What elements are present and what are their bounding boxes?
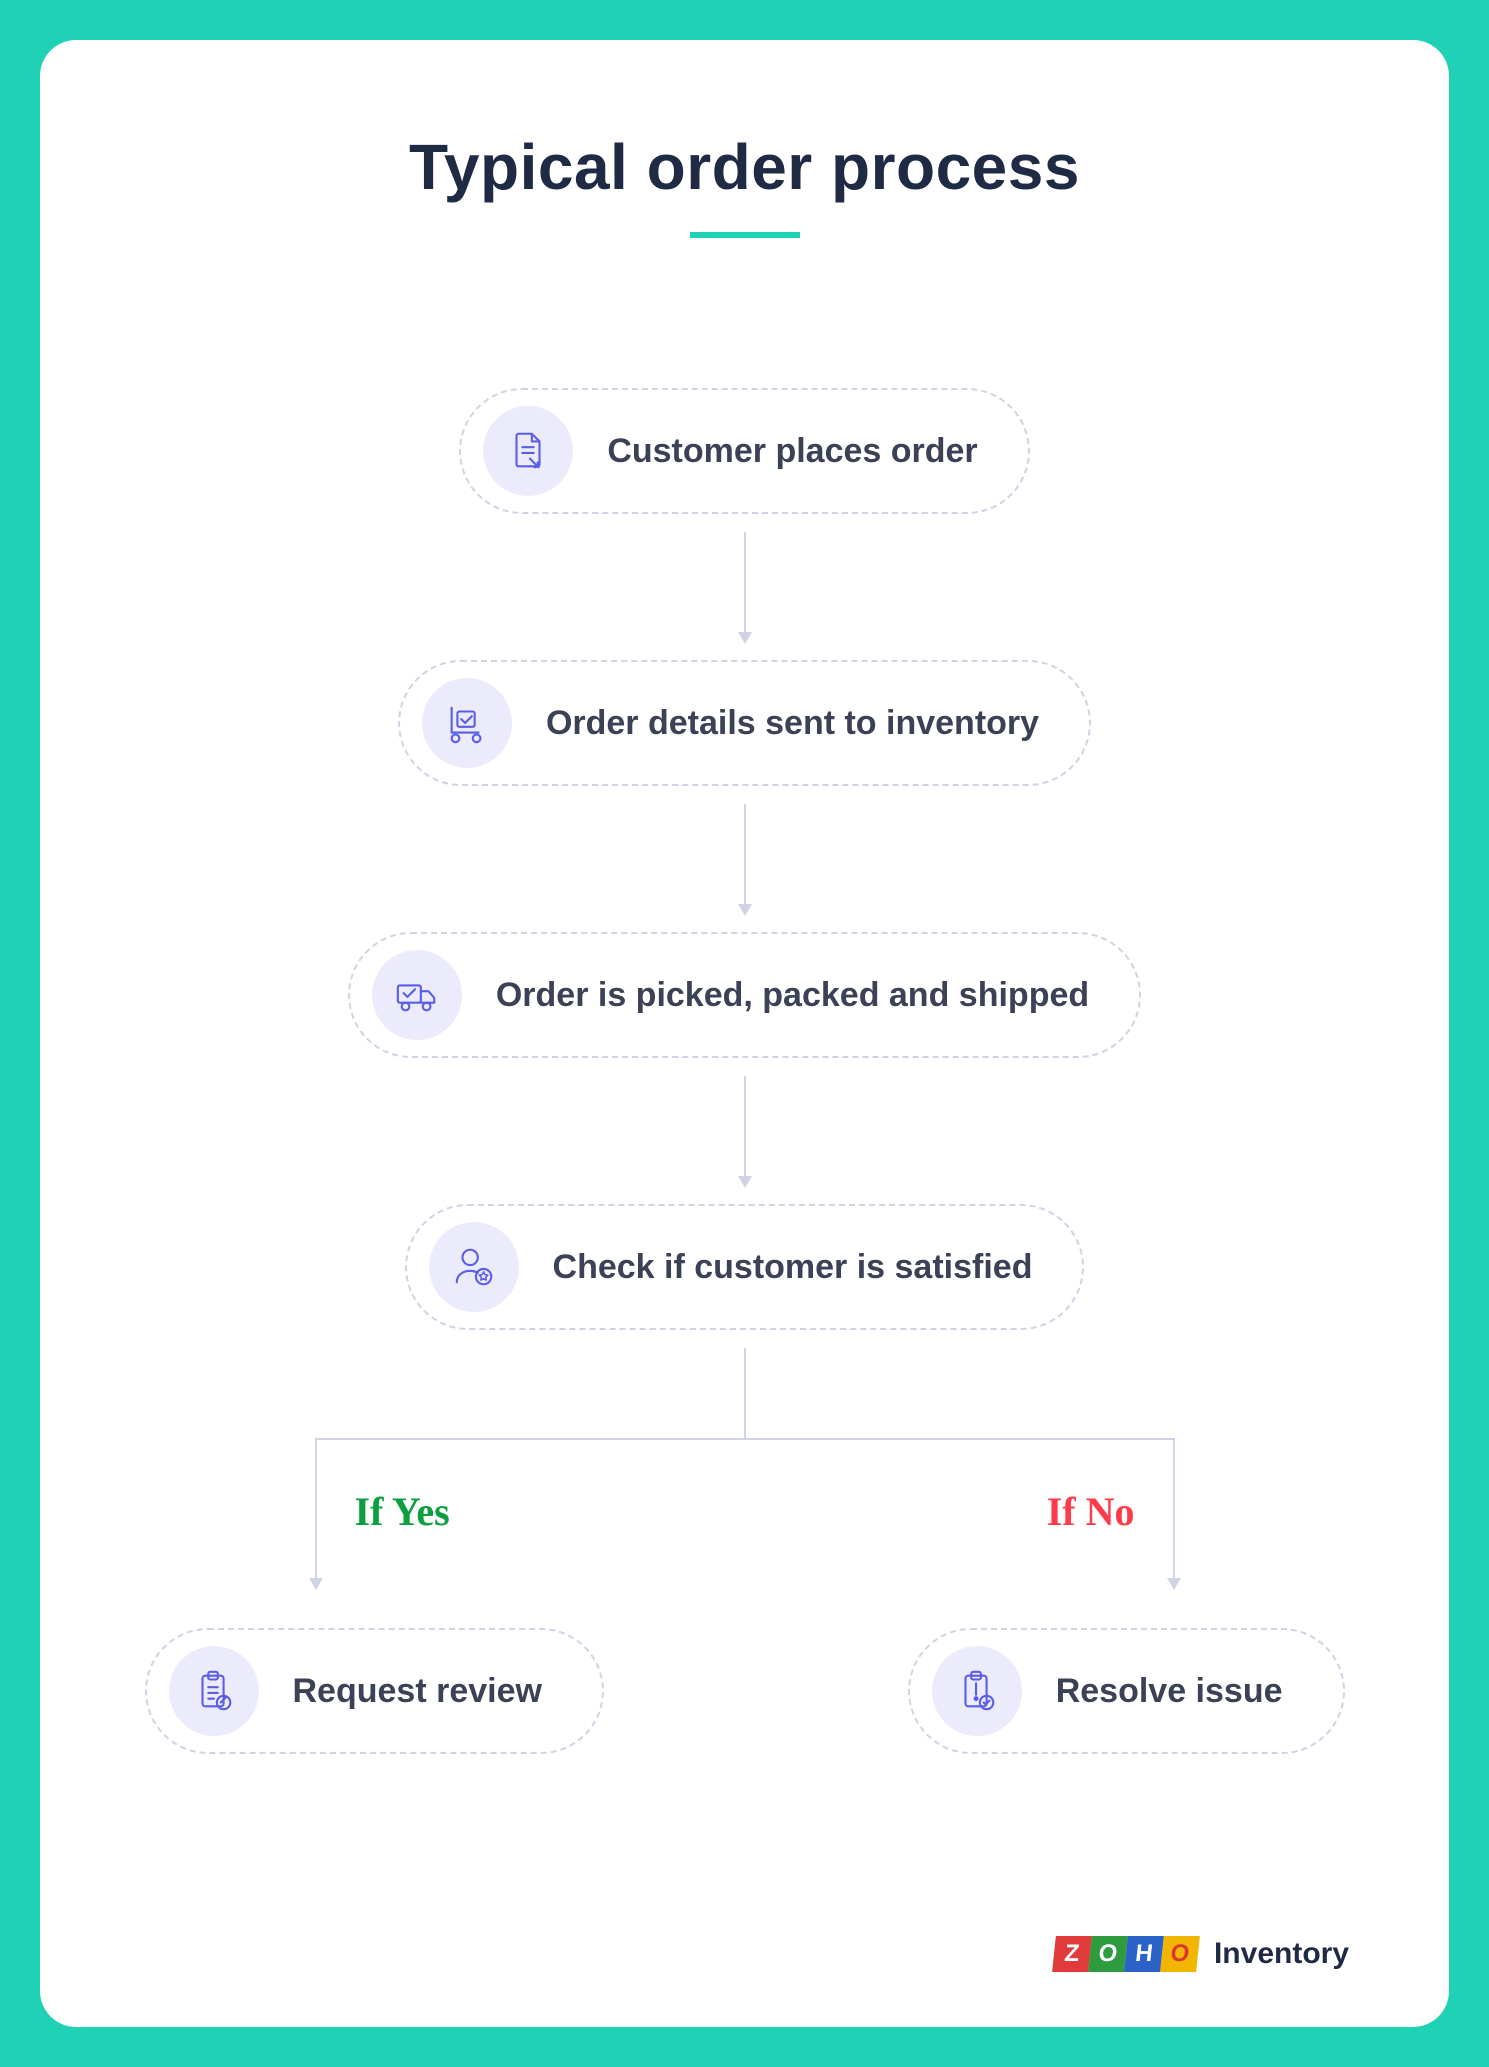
title-underline bbox=[690, 232, 800, 238]
connector-arrow bbox=[744, 804, 746, 914]
step-check-satisfaction: Check if customer is satisfied bbox=[405, 1204, 1085, 1330]
step-place-order: Customer places order bbox=[459, 388, 1029, 514]
diagram-title: Typical order process bbox=[130, 130, 1359, 204]
truck-check-icon bbox=[372, 950, 462, 1040]
branch-no-label: If No bbox=[1047, 1488, 1135, 1535]
outcome-resolve-issue: Resolve issue bbox=[908, 1628, 1345, 1754]
step-send-inventory: Order details sent to inventory bbox=[398, 660, 1091, 786]
flow-container: Customer places order Order details sent… bbox=[130, 388, 1359, 1754]
document-click-icon bbox=[483, 406, 573, 496]
step-label: Order is picked, packed and shipped bbox=[496, 976, 1089, 1015]
connector-arrow bbox=[744, 1076, 746, 1186]
outcomes-row: Request review Resolve issue bbox=[145, 1628, 1345, 1754]
step-pick-pack-ship: Order is picked, packed and shipped bbox=[348, 932, 1141, 1058]
zoho-logo-icon: Z O H O bbox=[1054, 1936, 1198, 1972]
brand-logo: Z O H O Inventory bbox=[1054, 1936, 1349, 1972]
connector-arrow bbox=[744, 532, 746, 642]
branch-yes-label: If Yes bbox=[355, 1488, 450, 1535]
step-label: Customer places order bbox=[607, 432, 977, 471]
user-star-icon bbox=[429, 1222, 519, 1312]
brand-product-label: Inventory bbox=[1214, 1937, 1349, 1971]
step-label: Check if customer is satisfied bbox=[553, 1248, 1033, 1287]
trolley-icon bbox=[422, 678, 512, 768]
outcome-label: Request review bbox=[293, 1672, 542, 1711]
step-label: Order details sent to inventory bbox=[546, 704, 1039, 743]
outcome-label: Resolve issue bbox=[1056, 1672, 1283, 1711]
clipboard-edit-icon bbox=[169, 1646, 259, 1736]
diagram-card: Typical order process Customer places or… bbox=[40, 40, 1449, 2027]
outcome-request-review: Request review bbox=[145, 1628, 604, 1754]
branch-connector: If Yes If No bbox=[195, 1348, 1295, 1628]
clipboard-alert-icon bbox=[932, 1646, 1022, 1736]
